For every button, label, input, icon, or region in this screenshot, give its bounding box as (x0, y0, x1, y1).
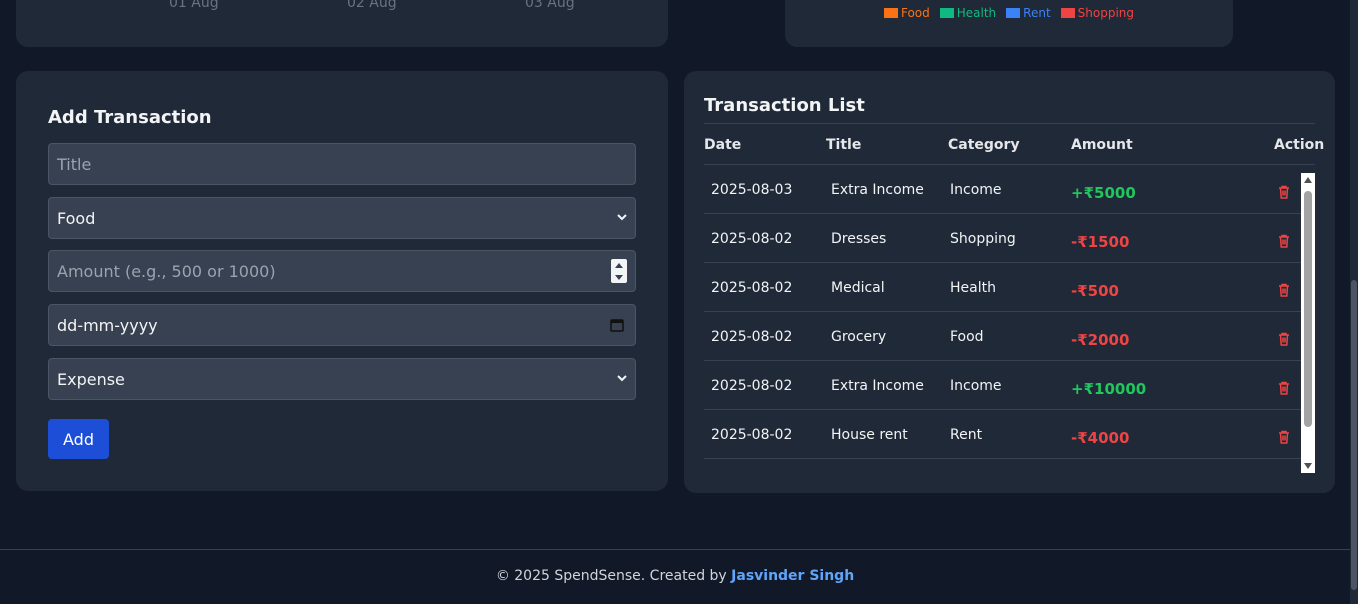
title-placeholder: Title (57, 154, 92, 174)
cell-title: Dresses (831, 231, 887, 247)
cell-category: Income (950, 182, 1002, 198)
delete-trash-icon[interactable] (1276, 282, 1292, 298)
legend-item[interactable]: Rent (1006, 6, 1051, 20)
transaction-table-body: 2025-08-03 Extra Income Income +₹5000 2025-0… (704, 165, 1301, 459)
spinner-up-icon[interactable] (615, 262, 623, 268)
divider (704, 123, 1315, 124)
table-row: 2025-08-02 Extra Income Income +₹10000 (704, 361, 1301, 410)
table-row: 2025-08-02 Grocery Food -₹2000 (704, 312, 1301, 361)
cell-amount: -₹2000 (1071, 331, 1130, 349)
footer-text: © 2025 SpendSense. Created by Jasvinder … (0, 568, 1350, 584)
number-spinner[interactable] (611, 259, 627, 283)
cell-category: Income (950, 378, 1002, 394)
legend-label: Health (956, 6, 997, 20)
amount-input[interactable]: Amount (e.g., 500 or 1000) (48, 250, 636, 292)
cell-title: Extra Income (831, 378, 924, 394)
legend-item[interactable]: Health (939, 6, 997, 20)
page-scrollbar[interactable] (1350, 0, 1358, 604)
type-select[interactable]: Expense (48, 358, 636, 400)
cell-title: Extra Income (831, 182, 924, 198)
page-scrollbar-thumb[interactable] (1351, 280, 1357, 590)
column-header-date: Date (704, 137, 742, 153)
delete-trash-icon[interactable] (1276, 184, 1292, 200)
cell-amount: -₹4000 (1071, 429, 1130, 447)
footer: © 2025 SpendSense. Created by Jasvinder … (0, 549, 1350, 604)
cell-amount: +₹10000 (1071, 380, 1147, 398)
cell-date: 2025-08-02 (711, 378, 793, 394)
table-header: Date Title Category Amount Action (704, 137, 1324, 157)
delete-trash-icon[interactable] (1276, 233, 1292, 249)
cell-category: Rent (950, 427, 983, 443)
legend-swatch (883, 8, 898, 18)
add-transaction-heading: Add Transaction (48, 107, 212, 128)
delete-trash-icon[interactable] (1276, 429, 1292, 445)
legend-label: Rent (1023, 6, 1051, 20)
delete-trash-icon[interactable] (1276, 331, 1292, 347)
chart-legend: Food Health Rent Shopping (785, 6, 1233, 20)
column-header-action: Action (1274, 137, 1325, 153)
cell-amount: +₹5000 (1071, 184, 1136, 202)
table-row: 2025-08-02 House rent Rent -₹4000 (704, 410, 1301, 459)
legend-swatch (1060, 8, 1075, 18)
calendar-icon[interactable] (610, 318, 624, 332)
x-tick-label: 03 Aug (525, 0, 575, 11)
cell-category: Food (950, 329, 984, 345)
title-input[interactable]: Title (48, 143, 636, 185)
scroll-up-icon[interactable] (1304, 177, 1312, 183)
x-tick-label: 02 Aug (347, 0, 397, 11)
table-scrollbar[interactable] (1301, 173, 1315, 473)
cell-date: 2025-08-02 (711, 427, 793, 443)
cell-date: 2025-08-02 (711, 231, 793, 247)
cell-title: Grocery (831, 329, 887, 345)
legend-label: Food (900, 6, 930, 20)
spinner-down-icon[interactable] (615, 274, 623, 280)
cell-date: 2025-08-02 (711, 280, 793, 296)
column-header-category: Category (948, 137, 1020, 153)
table-row: 2025-08-03 Extra Income Income +₹5000 (704, 165, 1301, 214)
transaction-list-card: Transaction List Date Title Category Amo… (684, 71, 1335, 493)
scroll-down-icon[interactable] (1304, 463, 1312, 469)
table-row: 2025-08-02 Medical Health -₹500 (704, 263, 1301, 312)
delete-trash-icon[interactable] (1276, 380, 1292, 396)
cell-title: Medical (831, 280, 885, 296)
column-header-title: Title (826, 137, 862, 153)
cell-title: House rent (831, 427, 908, 443)
cell-amount: -₹500 (1071, 282, 1119, 300)
legend-swatch (939, 8, 954, 18)
expense-trend-chart-card: 01 Aug 02 Aug 03 Aug (16, 0, 668, 47)
x-tick-label: 01 Aug (169, 0, 219, 11)
table-row: 2025-08-02 Dresses Shopping -₹1500 (704, 214, 1301, 263)
legend-item[interactable]: Shopping (1060, 6, 1135, 20)
date-placeholder: dd-mm-yyyy (57, 315, 158, 335)
chevron-down-icon (617, 375, 627, 382)
add-transaction-card: Add Transaction Title Food Amount (e.g.,… (16, 71, 668, 491)
amount-placeholder: Amount (e.g., 500 or 1000) (57, 261, 276, 281)
column-header-amount: Amount (1071, 137, 1133, 153)
add-button[interactable]: Add (48, 419, 109, 459)
cell-category: Shopping (950, 231, 1016, 247)
category-chart-card: Food Health Rent Shopping (785, 0, 1233, 47)
cell-date: 2025-08-03 (711, 182, 793, 198)
chevron-down-icon (617, 214, 627, 221)
category-select[interactable]: Food (48, 197, 636, 239)
cell-category: Health (950, 280, 996, 296)
category-selected-value: Food (57, 208, 96, 228)
legend-item[interactable]: Food (883, 6, 930, 20)
cell-date: 2025-08-02 (711, 329, 793, 345)
type-selected-value: Expense (57, 369, 125, 389)
copyright-text: © 2025 SpendSense. Created by (495, 568, 727, 584)
legend-swatch (1006, 8, 1021, 18)
date-input[interactable]: dd-mm-yyyy (48, 304, 636, 346)
legend-label: Shopping (1077, 6, 1135, 20)
scrollbar-thumb[interactable] (1304, 191, 1312, 427)
cell-amount: -₹1500 (1071, 233, 1130, 251)
author-link[interactable]: Jasvinder Singh (731, 568, 854, 584)
transaction-list-heading: Transaction List (704, 95, 865, 116)
